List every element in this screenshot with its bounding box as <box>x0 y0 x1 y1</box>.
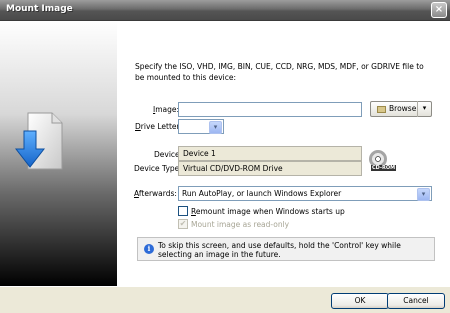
main-content: Specify the ISO, VHD, IMG, BIN, CUE, CCD… <box>117 21 450 286</box>
readonly-checkbox[interactable]: ✔ <box>178 219 188 229</box>
cancel-button[interactable]: Cancel <box>387 293 445 309</box>
chevron-down-icon[interactable]: ▾ <box>417 188 430 201</box>
dialog-footer: OK Cancel <box>0 286 450 313</box>
ok-button[interactable]: OK <box>331 293 389 309</box>
cd-rom-badge: CD-ROM <box>371 165 397 171</box>
info-text: To skip this screen, and use defaults, h… <box>158 241 401 259</box>
window-title: Mount Image <box>6 4 73 14</box>
image-label: Image: <box>153 105 180 114</box>
drive-letter-label: Drive Letter: <box>135 122 183 131</box>
browse-label: Browse <box>389 104 417 113</box>
chevron-down-icon[interactable]: ▾ <box>209 121 222 134</box>
side-panel <box>0 21 117 286</box>
info-icon: i <box>144 244 154 254</box>
instructions-text: Specify the ISO, VHD, IMG, BIN, CUE, CCD… <box>135 62 424 82</box>
drive-letter-select[interactable]: ▾ <box>178 119 224 134</box>
mount-image-dialog: Mount Image × Specify the ISO, VHD, IMG,… <box>0 0 450 313</box>
device-type-field: Virtual CD/DVD-ROM Drive <box>178 161 362 176</box>
afterwards-value: Run AutoPlay, or launch Windows Explorer <box>182 189 342 198</box>
readonly-label: Mount image as read-only <box>191 220 290 229</box>
remount-label[interactable]: Remount image when Windows starts up <box>191 207 345 216</box>
afterwards-select[interactable]: Run AutoPlay, or launch Windows Explorer… <box>178 186 432 201</box>
document-down-arrow-icon <box>14 109 64 183</box>
device-field: Device 1 <box>178 146 362 161</box>
close-button[interactable]: × <box>431 2 447 18</box>
info-box: i To skip this screen, and use defaults,… <box>137 237 435 261</box>
image-path-input[interactable] <box>178 102 362 117</box>
browse-dropdown-button[interactable]: ▾ <box>417 101 431 117</box>
folder-icon <box>377 105 386 113</box>
remount-checkbox[interactable] <box>178 206 188 216</box>
title-bar[interactable]: Mount Image × <box>0 0 450 21</box>
device-type-label: Device Type: <box>134 164 182 173</box>
afterwards-label: Afterwards: <box>134 189 177 198</box>
